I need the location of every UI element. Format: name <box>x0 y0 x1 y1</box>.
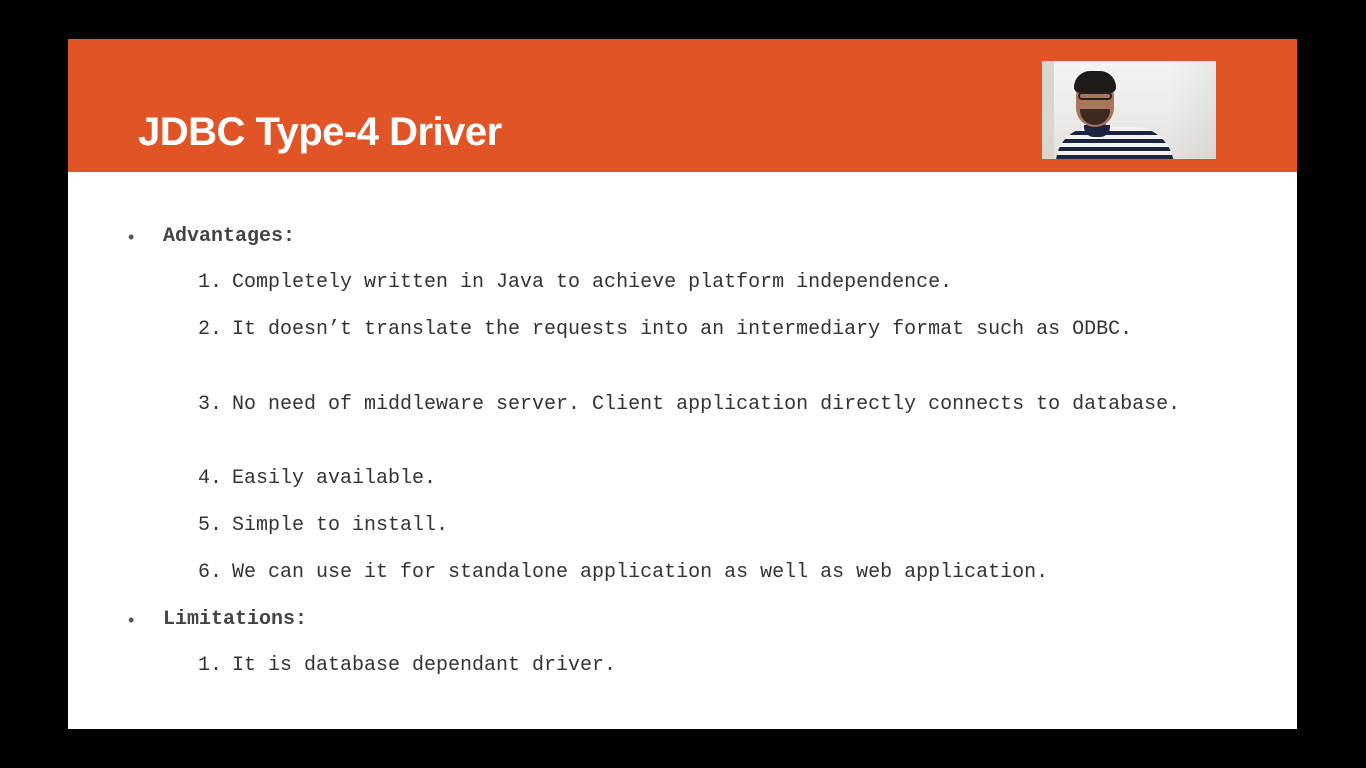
item-text: It doesn’t translate the requests into a… <box>232 318 1133 341</box>
item-number: 3. <box>198 393 223 416</box>
presenter-glasses <box>1078 92 1112 100</box>
slide-title: JDBC Type-4 Driver <box>138 110 502 154</box>
item-text: We can use it for standalone application… <box>232 561 1049 584</box>
item-text: Completely written in Java to achieve pl… <box>232 271 953 294</box>
item-number: 1. <box>198 654 223 677</box>
advantage-item: 4. Easily available. <box>198 465 1198 493</box>
slide-header-bar: JDBC Type-4 Driver <box>68 39 1297 172</box>
item-number: 4. <box>198 467 223 490</box>
advantage-item: 5. Simple to install. <box>198 512 1198 540</box>
item-text: No need of middleware server. Client app… <box>232 393 1181 416</box>
section-heading-text: Advantages: <box>163 225 296 248</box>
item-text: It is database dependant driver. <box>232 654 617 677</box>
presentation-slide: JDBC Type-4 Driver • Advantages: 1. Comp… <box>68 39 1297 729</box>
bullet-dot-icon: • <box>128 227 135 247</box>
advantage-item: 3. No need of middleware server. Client … <box>198 391 1198 419</box>
advantage-item: 6. We can use it for standalone applicat… <box>198 559 1198 587</box>
item-number: 5. <box>198 514 223 537</box>
presenter-hair <box>1074 71 1116 93</box>
bullet-dot-icon: • <box>128 610 135 630</box>
advantage-item: 2. It doesn’t translate the requests int… <box>198 316 1198 344</box>
presenter-webcam-thumbnail[interactable] <box>1042 61 1216 159</box>
item-number: 1. <box>198 271 223 294</box>
item-text: Simple to install. <box>232 514 449 537</box>
presenter-shirt <box>1056 127 1174 159</box>
slide-body: • Advantages: 1. Completely written in J… <box>68 172 1297 729</box>
advantage-item: 1. Completely written in Java to achieve… <box>198 269 1198 297</box>
item-number: 6. <box>198 561 223 584</box>
webcam-background-wall <box>1166 61 1216 159</box>
limitation-item: 1. It is database dependant driver. <box>198 652 1198 680</box>
section-heading-advantages: • Advantages: <box>128 224 296 250</box>
webcam-background-door <box>1042 61 1054 159</box>
section-heading-limitations: • Limitations: <box>128 607 308 633</box>
section-heading-text: Limitations: <box>163 608 308 631</box>
item-number: 2. <box>198 318 223 341</box>
item-text: Easily available. <box>232 467 437 490</box>
